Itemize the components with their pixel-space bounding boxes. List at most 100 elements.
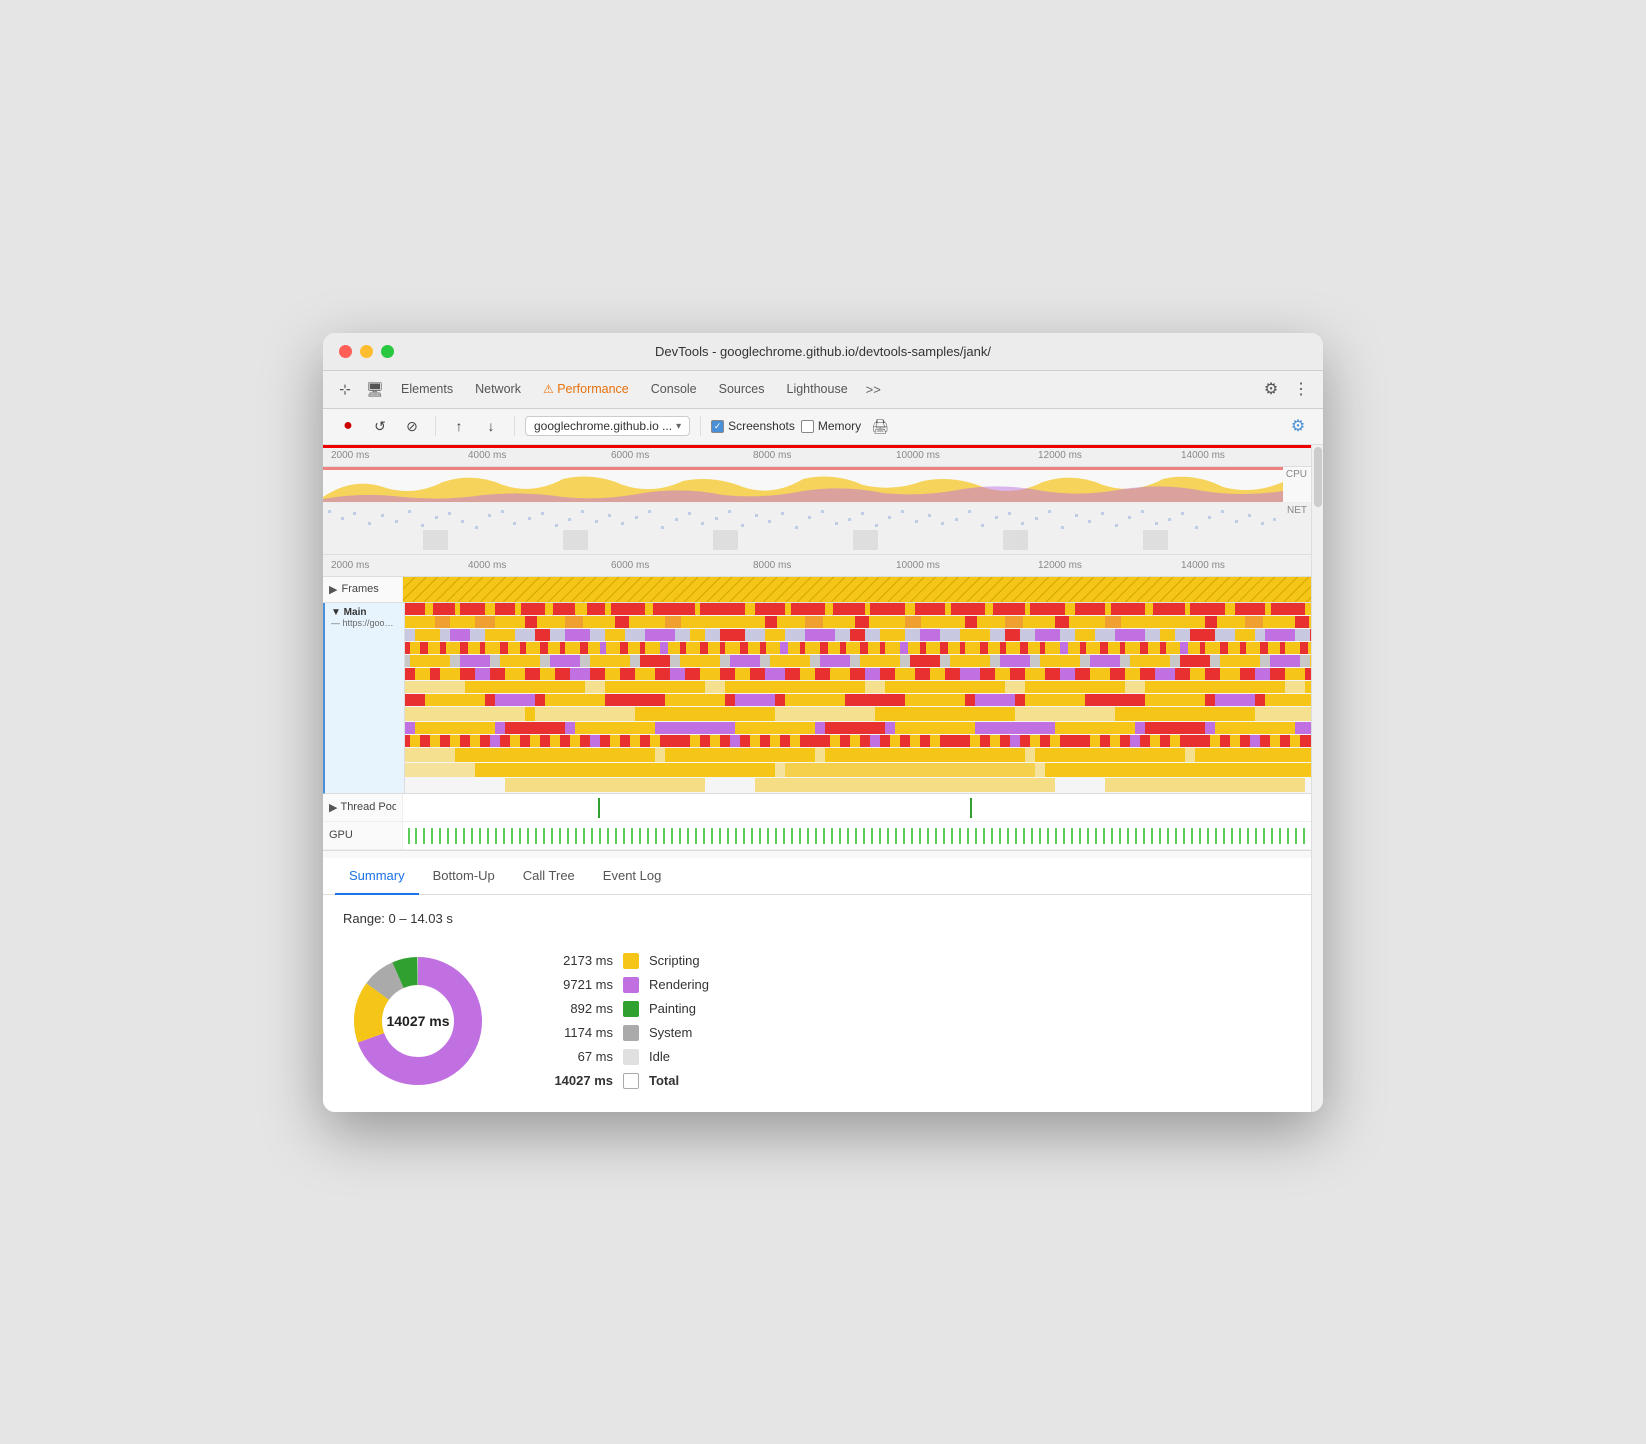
thread-pool-track-row: ▶ Thread Pool — [323, 794, 1311, 822]
separator2 — [514, 416, 515, 436]
frames-chart — [403, 577, 1311, 602]
frames-triangle: ▶ — [329, 583, 337, 596]
total-color — [623, 1073, 639, 1089]
scrollbar[interactable] — [1311, 445, 1323, 1112]
scrollbar-thumb[interactable] — [1314, 447, 1322, 507]
time-mark-8000: 8000 ms — [753, 450, 791, 461]
url-filter[interactable]: googlechrome.github.io ... ▾ — [525, 416, 690, 436]
painting-color — [623, 1001, 639, 1017]
painting-ms: 892 ms — [543, 1001, 613, 1016]
idle-label: Idle — [649, 1049, 670, 1064]
device-toolbar-icon[interactable]: 🖥 — [361, 375, 389, 403]
tab-summary[interactable]: Summary — [335, 858, 419, 895]
more-options-icon[interactable]: ⋮ — [1287, 375, 1315, 403]
main-label: ▼ Main — https://google... — [325, 603, 405, 793]
system-color — [623, 1025, 639, 1041]
clear-button[interactable]: ⊘ — [399, 413, 425, 439]
tab-sources[interactable]: Sources — [709, 378, 775, 400]
summary-range: Range: 0 – 14.03 s — [343, 911, 1291, 926]
system-ms: 1174 ms — [543, 1025, 613, 1040]
screenshots-chart — [323, 503, 1311, 555]
scripting-ms: 2173 ms — [543, 953, 613, 968]
cpu-label: CPU — [1286, 469, 1307, 480]
thread-pool-chart — [403, 794, 1311, 821]
time-ruler-top: 2000 ms 4000 ms 6000 ms 8000 ms 10000 ms… — [323, 445, 1311, 467]
time-mark-10000: 10000 ms — [896, 450, 940, 461]
gpu-chart — [403, 822, 1311, 849]
more-tabs-button[interactable]: >> — [860, 382, 887, 397]
gpu-track-row: GPU — [323, 822, 1311, 850]
legend-scripting: 2173 ms Scripting — [543, 953, 709, 969]
url-text: googlechrome.github.io ... — [534, 419, 672, 433]
painting-label: Painting — [649, 1001, 696, 1016]
main-flame-chart — [405, 603, 1311, 793]
bottom-panel — [323, 850, 1311, 858]
window-title: DevTools - googlechrome.github.io/devtoo… — [655, 344, 991, 359]
legend-painting: 892 ms Painting — [543, 1001, 709, 1017]
total-label: Total — [649, 1073, 679, 1088]
idle-color — [623, 1049, 639, 1065]
minimize-button[interactable] — [360, 345, 373, 358]
time-mark-12000: 12000 ms — [1038, 450, 1082, 461]
thread-pool-label: ▶ Thread Pool — [323, 794, 403, 821]
donut-chart: 14027 ms — [343, 946, 493, 1096]
maximize-button[interactable] — [381, 345, 394, 358]
frames-content[interactable] — [403, 577, 1311, 602]
title-bar: DevTools - googlechrome.github.io/devtoo… — [323, 333, 1323, 371]
upload-button[interactable]: ↑ — [446, 413, 472, 439]
time-mark-6000: 6000 ms — [611, 450, 649, 461]
toolbar: ● ↺ ⊘ ↑ ↓ googlechrome.github.io ... ▾ ✓… — [323, 409, 1323, 445]
donut-total-label: 14027 ms — [386, 1013, 449, 1029]
tab-lighthouse[interactable]: Lighthouse — [777, 378, 858, 400]
tab-call-tree[interactable]: Call Tree — [509, 858, 589, 895]
frames-label: ▶ Frames — [323, 577, 403, 602]
refresh-record-button[interactable]: ↺ — [367, 413, 393, 439]
tab-bar: ⊹ 🖥 Elements Network ⚠ Performance Conso… — [323, 371, 1323, 409]
idle-ms: 67 ms — [543, 1049, 613, 1064]
separator3 — [700, 416, 701, 436]
close-button[interactable] — [339, 345, 352, 358]
summary-content: 14027 ms 2173 ms Scripting 9721 ms — [343, 946, 1291, 1096]
download-button[interactable]: ↓ — [478, 413, 504, 439]
toolbar-settings-button[interactable]: ⚙ — [1285, 413, 1311, 439]
frames-track-row: ▶ Frames — [323, 577, 1311, 603]
legend-rendering: 9721 ms Rendering — [543, 977, 709, 993]
traffic-lights — [339, 345, 394, 358]
timeline-panel: 2000 ms 4000 ms 6000 ms 8000 ms 10000 ms… — [323, 445, 1311, 1112]
legend-idle: 67 ms Idle — [543, 1049, 709, 1065]
tab-console[interactable]: Console — [641, 378, 707, 400]
memory-checkbox-label[interactable]: Memory — [801, 419, 861, 433]
main-panel: 2000 ms 4000 ms 6000 ms 8000 ms 10000 ms… — [323, 445, 1323, 1112]
tab-event-log[interactable]: Event Log — [589, 858, 676, 895]
thread-pool-content[interactable] — [403, 794, 1311, 821]
time-ruler-bottom: 2000 ms 4000 ms 6000 ms 8000 ms 10000 ms… — [323, 555, 1311, 577]
gpu-content[interactable] — [403, 822, 1311, 849]
legend-total: 14027 ms Total — [543, 1073, 709, 1089]
time-mark-14000: 14000 ms — [1181, 450, 1225, 461]
separator — [435, 416, 436, 436]
tab-performance[interactable]: ⚠ Performance — [533, 378, 639, 400]
printer-button[interactable]: 🖨 — [867, 413, 893, 439]
pointer-icon[interactable]: ⊹ — [331, 375, 359, 403]
selection-bar — [323, 445, 1311, 448]
main-track-row: ▼ Main — https://google... — [323, 603, 1311, 794]
cpu-overview: CPU — [323, 467, 1311, 503]
tab-network[interactable]: Network — [465, 378, 531, 400]
main-content[interactable] — [405, 603, 1311, 793]
tab-elements[interactable]: Elements — [391, 378, 463, 400]
screenshots-checkbox[interactable]: ✓ — [711, 420, 724, 433]
legend: 2173 ms Scripting 9721 ms Rendering — [543, 953, 709, 1089]
scripting-color — [623, 953, 639, 969]
net-label: NET — [1287, 505, 1307, 516]
settings-icon[interactable]: ⚙ — [1257, 375, 1285, 403]
devtools-window: DevTools - googlechrome.github.io/devtoo… — [323, 333, 1323, 1112]
memory-checkbox[interactable] — [801, 420, 814, 433]
warning-icon: ⚠ — [543, 382, 554, 396]
record-button[interactable]: ● — [335, 413, 361, 439]
frames-text: Frames — [341, 583, 378, 595]
screenshots-checkbox-label[interactable]: ✓ Screenshots — [711, 419, 795, 433]
time-mark-4000: 4000 ms — [468, 450, 506, 461]
gpu-label: GPU — [323, 822, 403, 849]
tab-bottom-up[interactable]: Bottom-Up — [419, 858, 509, 895]
rendering-label: Rendering — [649, 977, 709, 992]
